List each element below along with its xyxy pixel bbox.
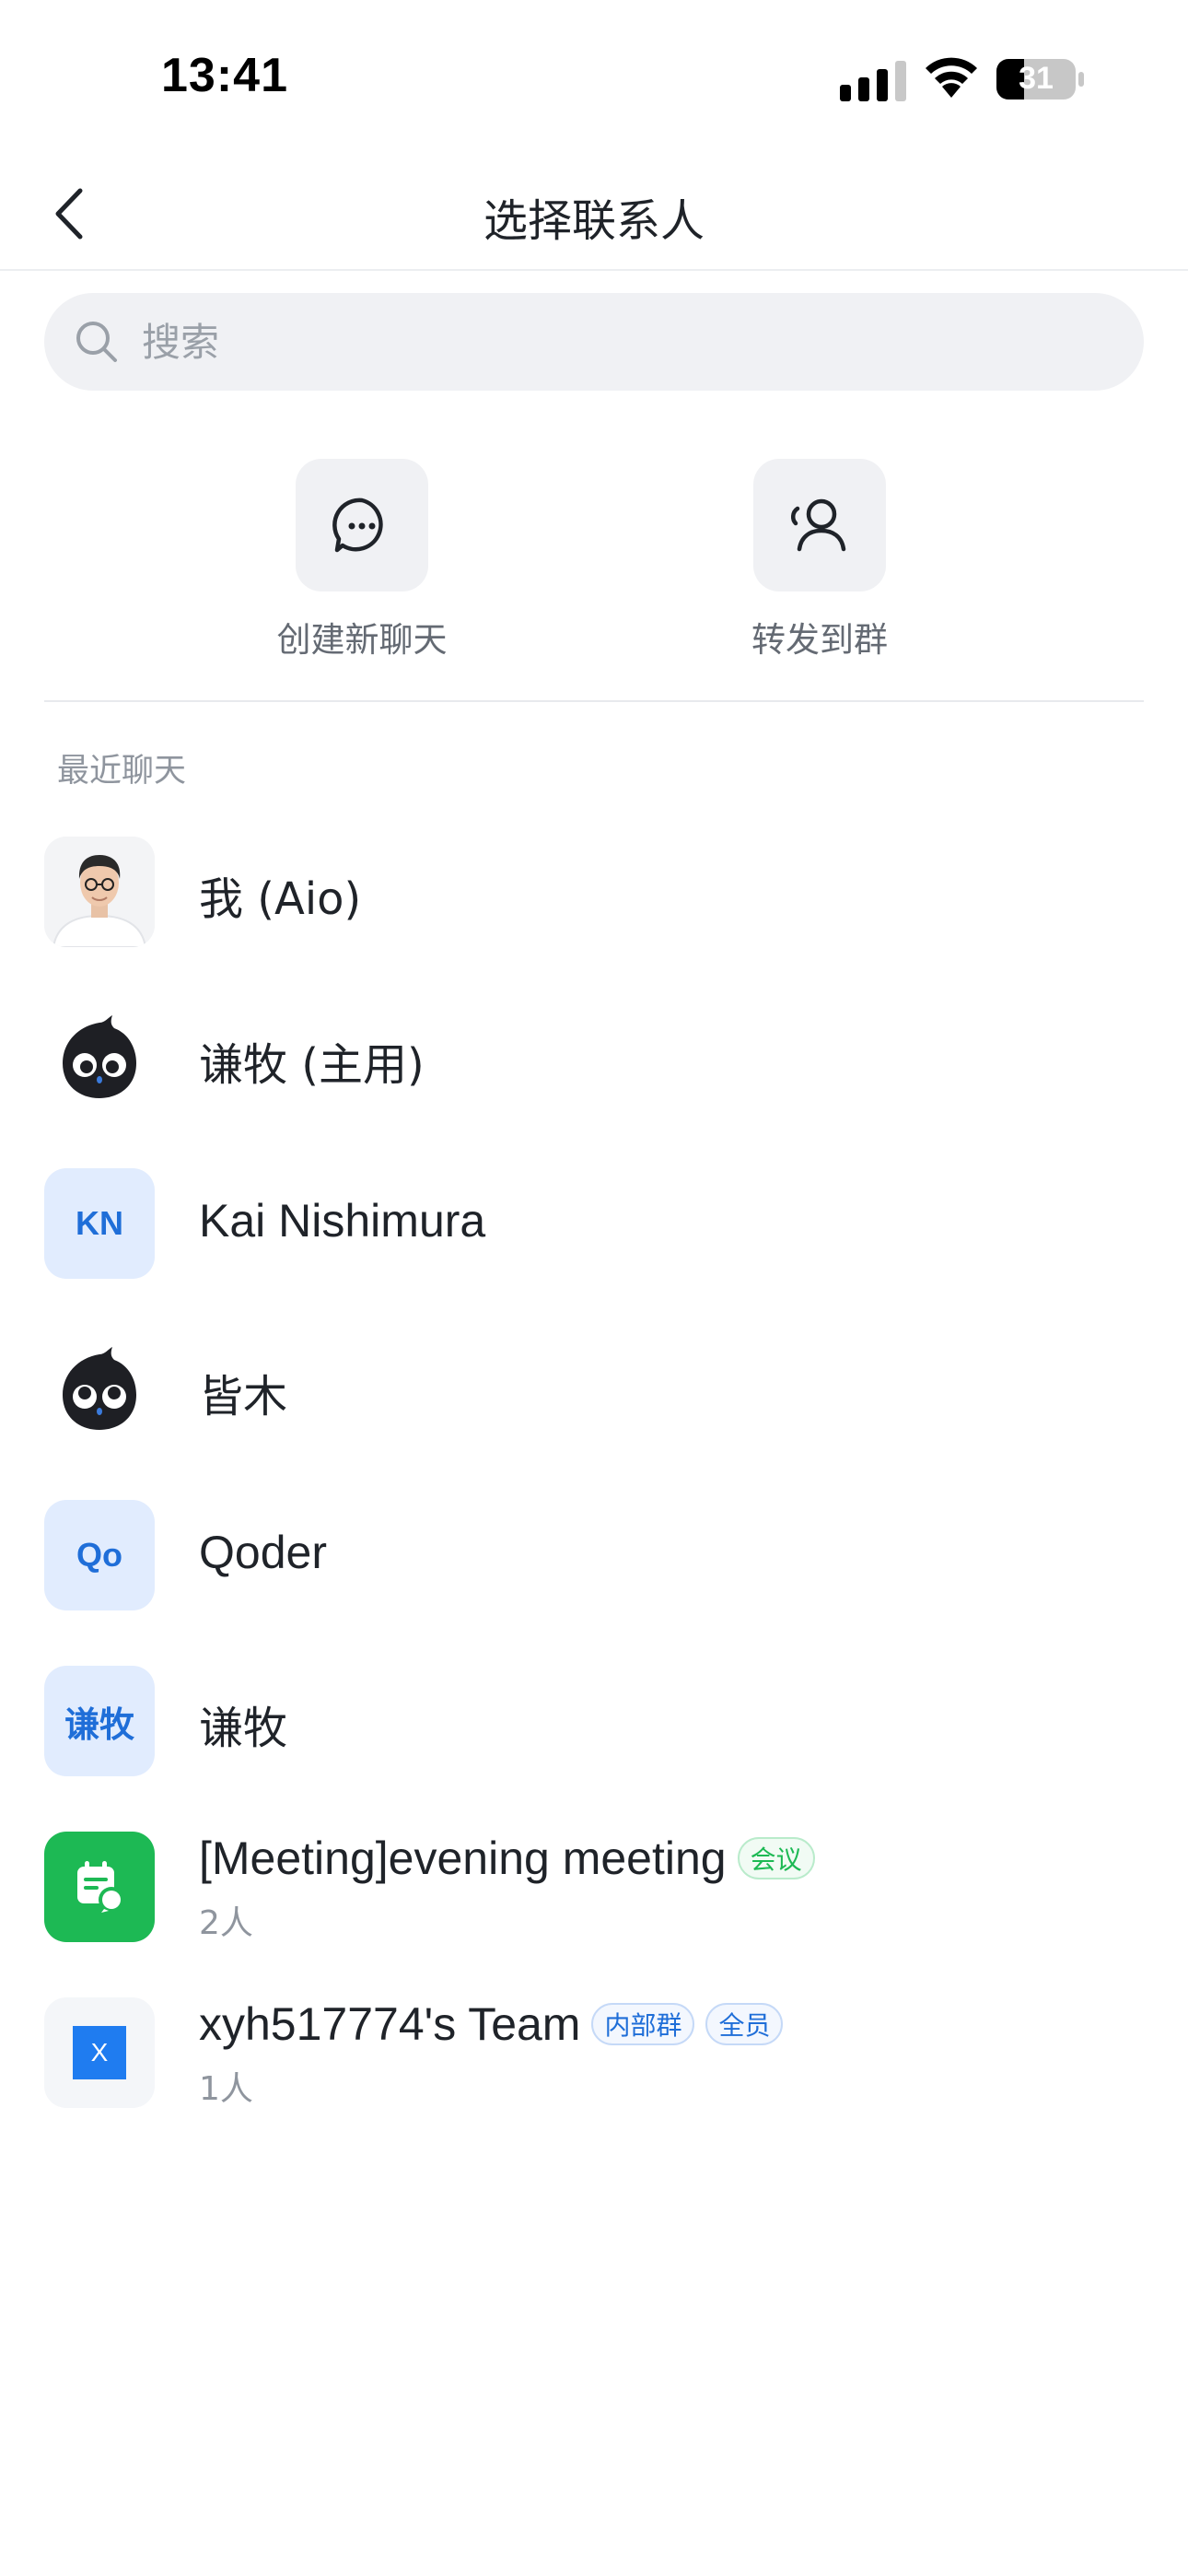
wifi-icon — [926, 57, 977, 98]
nav-bar: 选择联系人 — [0, 157, 1188, 271]
list-item[interactable]: 谦牧 谦牧 — [0, 1658, 1188, 1824]
contact-title: xyh517774's Team 内部群 全员 — [199, 1997, 784, 2051]
list-item[interactable]: X xyh517774's Team 内部群 全员 1人 — [0, 1990, 1188, 2156]
search-input[interactable] — [142, 319, 1063, 365]
list-item[interactable]: KN Kai Nishimura — [0, 1161, 1188, 1327]
group-user-icon — [791, 498, 846, 552]
create-new-chat-button[interactable]: 创建新聊天 — [242, 459, 482, 662]
divider — [44, 700, 1144, 702]
avatar: 谦牧 — [44, 1666, 155, 1776]
mascot-avatar-icon — [63, 1015, 136, 1098]
user-photo-icon — [44, 837, 155, 947]
avatar — [44, 1832, 155, 1942]
mascot-avatar-icon — [63, 1347, 136, 1430]
member-count: 1人 — [199, 2070, 253, 2108]
create-new-chat-label: 创建新聊天 — [276, 620, 448, 660]
contact-name: Kai Nishimura — [199, 1195, 486, 1247]
forward-to-group-tile[interactable] — [753, 459, 886, 591]
status-time: 13:41 — [161, 49, 288, 102]
avatar — [44, 837, 155, 947]
team-logo-text: X — [90, 2038, 109, 2067]
contact-name: 皆木 — [199, 1371, 288, 1423]
forward-to-group-button[interactable]: 转发到群 — [700, 459, 939, 662]
contact-name: 我 (Aio) — [199, 873, 362, 925]
internal-group-tag: 内部群 — [591, 2003, 695, 2045]
list-item[interactable]: Qo Qoder — [0, 1493, 1188, 1658]
forward-to-group-label: 转发到群 — [751, 620, 888, 660]
contact-name: Qoder — [199, 1527, 327, 1578]
avatar — [44, 1002, 155, 1113]
list-item[interactable]: [Meeting]evening meeting 会议 2人 — [0, 1824, 1188, 1990]
avatar: Qo — [44, 1500, 155, 1610]
contact-name: 谦牧 — [199, 1703, 288, 1754]
avatar: KN — [44, 1168, 155, 1279]
contact-title: [Meeting]evening meeting 会议 — [199, 1832, 815, 1885]
signal-icon — [840, 61, 906, 101]
list-item[interactable]: 谦牧 (主用) — [0, 995, 1188, 1161]
avatar — [44, 1334, 155, 1445]
contact-name: xyh517774's Team — [199, 1998, 581, 2050]
create-new-chat-tile[interactable] — [296, 459, 428, 591]
chat-bubble-icon — [332, 498, 383, 553]
meeting-calendar-icon — [77, 1861, 124, 1913]
all-members-tag: 全员 — [705, 2003, 784, 2045]
contact-name: 谦牧 (主用) — [199, 1039, 425, 1091]
meeting-tag: 会议 — [737, 1837, 815, 1879]
team-logo: X — [73, 2026, 126, 2079]
member-count: 2人 — [199, 1904, 253, 1942]
list-item[interactable]: 皆木 — [0, 1327, 1188, 1493]
list-item[interactable]: 我 (Aio) — [0, 829, 1188, 995]
search-bar[interactable] — [44, 293, 1144, 391]
contact-name: [Meeting]evening meeting — [199, 1832, 727, 1884]
status-bar: 13:41 31 — [0, 0, 1188, 157]
battery-icon: 31 — [996, 57, 1085, 101]
battery-level: 31 — [1019, 61, 1054, 96]
search-icon — [74, 319, 120, 365]
recent-chat-list: 我 (Aio) 谦牧 (主用) KN Kai Nishimura 皆木 Qo Q… — [0, 829, 1188, 2156]
quick-actions: 创建新聊天 转发到群 — [0, 459, 1188, 671]
avatar: X — [44, 1997, 155, 2108]
page-title: 选择联系人 — [483, 195, 705, 247]
recent-chats-title: 最近聊天 — [57, 753, 187, 790]
